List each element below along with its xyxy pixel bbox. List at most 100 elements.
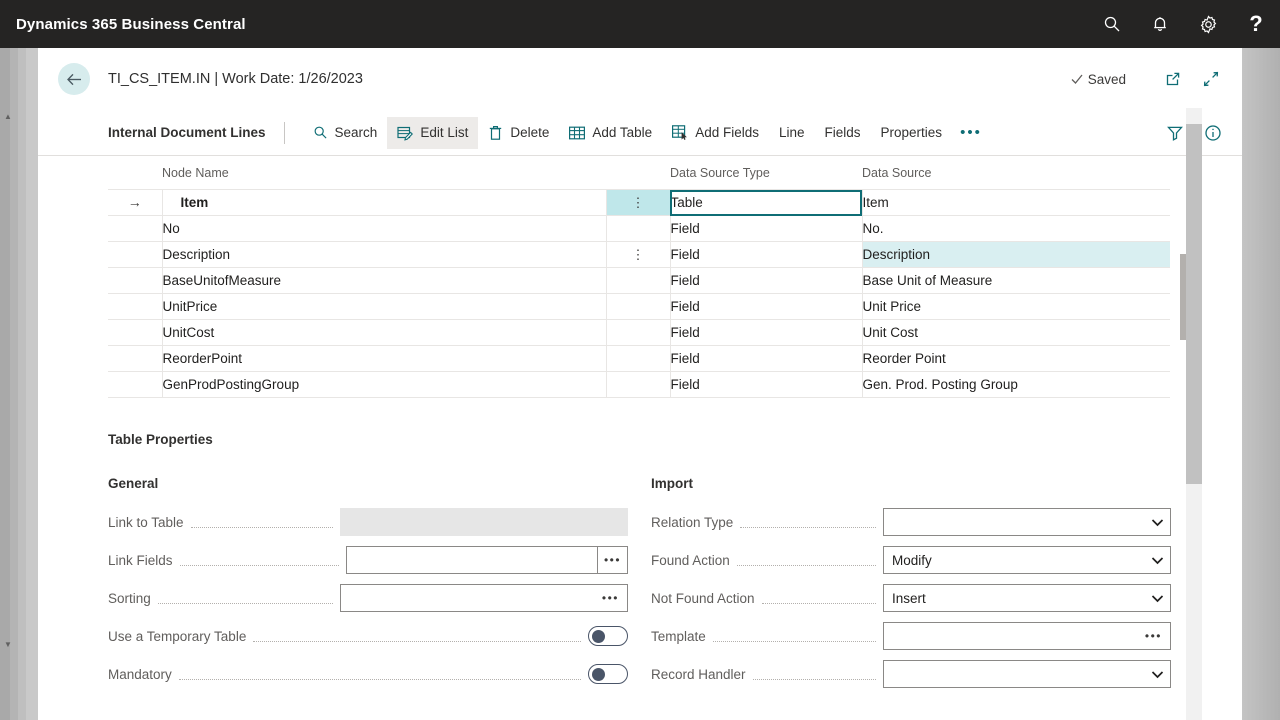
use-temporary-table-toggle[interactable] [588,626,628,646]
grid-header-data-source-type[interactable]: Data Source Type [670,166,862,190]
table-row[interactable]: UnitCost Field Unit Cost [108,319,1170,346]
field-row-template: Template ••• [651,617,1171,655]
mandatory-toggle[interactable] [588,664,628,684]
search-icon[interactable] [1088,0,1136,48]
row-kebab-menu-cell[interactable]: ⋮ [606,241,671,268]
sorting-label: Sorting [108,590,151,606]
relation-type-select[interactable] [883,508,1171,536]
row-kebab-menu-cell[interactable] [606,267,671,294]
found-action-select[interactable]: Modify [883,546,1171,574]
row-kebab-menu-cell[interactable] [606,293,671,320]
cell-data-source[interactable]: No. [862,215,1170,242]
cell-data-source[interactable]: Base Unit of Measure [862,267,1170,294]
cell-data-source-type[interactable]: Field [670,267,863,294]
check-icon [1071,74,1083,84]
ribbon-title: Internal Document Lines [108,125,266,140]
ribbon-item-add-table[interactable]: Add Table [559,117,662,149]
chevron-down-icon [1151,518,1164,527]
cell-data-source-type[interactable]: Table [670,189,863,216]
notification-bell-icon[interactable] [1136,0,1184,48]
row-kebab-menu-cell[interactable] [606,371,671,398]
table-row[interactable]: ReorderPoint Field Reorder Point [108,345,1170,372]
page-scroll-up-button[interactable]: ▲ [0,108,16,124]
data-source-grid[interactable]: Node Name Data Source Type Data Source →… [108,166,1202,406]
ribbon-overflow-button[interactable]: ••• [952,125,990,140]
page-scroll-down-button[interactable]: ▼ [0,636,16,652]
cell-data-source[interactable]: Gen. Prod. Posting Group [862,371,1170,398]
ribbon-item-fields[interactable]: Fields [815,117,871,149]
link-fields-label: Link Fields [108,552,173,568]
cell-data-source-type[interactable]: Field [670,345,863,372]
help-icon[interactable]: ? [1232,0,1280,48]
toggle-knob [592,630,605,643]
cell-node-name[interactable]: UnitPrice [162,293,607,320]
template-lookup-button[interactable]: ••• [1145,630,1162,642]
ribbon-item-label: Search [334,125,378,140]
row-kebab-menu-cell[interactable] [606,319,671,346]
cell-data-source-type[interactable]: Field [670,371,863,398]
cell-data-source-type[interactable]: Field [670,293,863,320]
cell-node-name[interactable]: Item [162,189,607,216]
template-input[interactable]: ••• [883,622,1171,650]
table-row[interactable]: UnitPrice Field Unit Price [108,293,1170,320]
cell-data-source-type[interactable]: Field [670,241,863,268]
link-fields-input[interactable] [346,546,598,574]
dot-leader [190,517,333,528]
trash-icon [488,125,503,141]
cell-node-name[interactable]: No [162,215,607,242]
grid-header-data-source[interactable]: Data Source [862,166,1170,190]
table-row[interactable]: No Field No. [108,215,1170,242]
link-fields-lookup-button[interactable]: ••• [598,546,628,574]
current-row-arrow-icon: → [127,194,142,210]
sorting-lookup-button[interactable]: ••• [602,592,619,604]
ribbon-item-label: Properties [880,125,943,140]
row-kebab-menu-cell[interactable] [606,345,671,372]
cell-data-source[interactable]: Description [862,241,1170,268]
ribbon-item-properties[interactable]: Properties [871,117,953,149]
table-row[interactable]: → Item ⋮ Table Item [108,189,1170,216]
field-row-relation-type: Relation Type [651,503,1171,541]
ribbon-separator [283,121,285,144]
general-column: General Link to Table Link Fields ••• So… [108,476,628,693]
cell-data-source-type[interactable]: Field [670,319,863,346]
field-row-not-found-action: Not Found Action Insert [651,579,1171,617]
table-row[interactable]: Description ⋮ Field Description [108,241,1170,268]
sorting-input[interactable]: ••• [340,584,628,612]
search-icon [313,125,328,140]
ribbon-item-line[interactable]: Line [769,117,815,149]
info-icon[interactable] [1198,118,1228,148]
dot-leader [178,669,581,680]
cell-data-source[interactable]: Reorder Point [862,345,1170,372]
left-window-edge [0,48,38,720]
record-handler-select[interactable] [883,660,1171,688]
grid-header-node-name[interactable]: Node Name [162,166,606,190]
cell-node-name[interactable]: BaseUnitofMeasure [162,267,607,294]
ribbon-item-edit-list[interactable]: Edit List [387,116,479,149]
settings-gear-icon[interactable] [1184,0,1232,48]
kebab-menu-icon[interactable]: ⋮ [632,195,645,210]
page-scrollbar-thumb[interactable] [1186,124,1202,484]
cell-node-name[interactable]: GenProdPostingGroup [162,371,607,398]
use-temporary-table-label: Use a Temporary Table [108,628,247,644]
cell-node-name[interactable]: ReorderPoint [162,345,607,372]
cell-node-name[interactable]: UnitCost [162,319,607,346]
kebab-menu-icon[interactable]: ⋮ [632,247,645,262]
cell-data-source[interactable]: Unit Cost [862,319,1170,346]
page-surface: TI_CS_ITEM.IN | Work Date: 1/26/2023 Sav… [38,48,1242,720]
table-row[interactable]: BaseUnitofMeasure Field Base Unit of Measu… [108,267,1170,294]
cell-node-name[interactable]: Description [162,241,607,268]
row-kebab-menu-cell[interactable]: ⋮ [606,189,671,216]
table-row[interactable]: GenProdPostingGroup Field Gen. Prod. Posti… [108,371,1170,398]
not-found-action-select[interactable]: Insert [883,584,1171,612]
dot-leader [736,555,876,566]
ribbon-item-search[interactable]: Search [303,117,388,149]
ribbon-item-delete[interactable]: Delete [478,117,559,149]
row-kebab-menu-cell[interactable] [606,215,671,242]
back-button[interactable] [58,63,90,95]
app-title-bar: Dynamics 365 Business Central ? [0,0,1280,48]
ribbon-item-add-fields[interactable]: Add Fields [662,117,769,149]
cell-data-source[interactable]: Unit Price [862,293,1170,320]
cell-data-source[interactable]: Item [862,189,1170,216]
open-in-new-window-icon[interactable] [1156,63,1190,95]
cell-data-source-type[interactable]: Field [670,215,863,242]
